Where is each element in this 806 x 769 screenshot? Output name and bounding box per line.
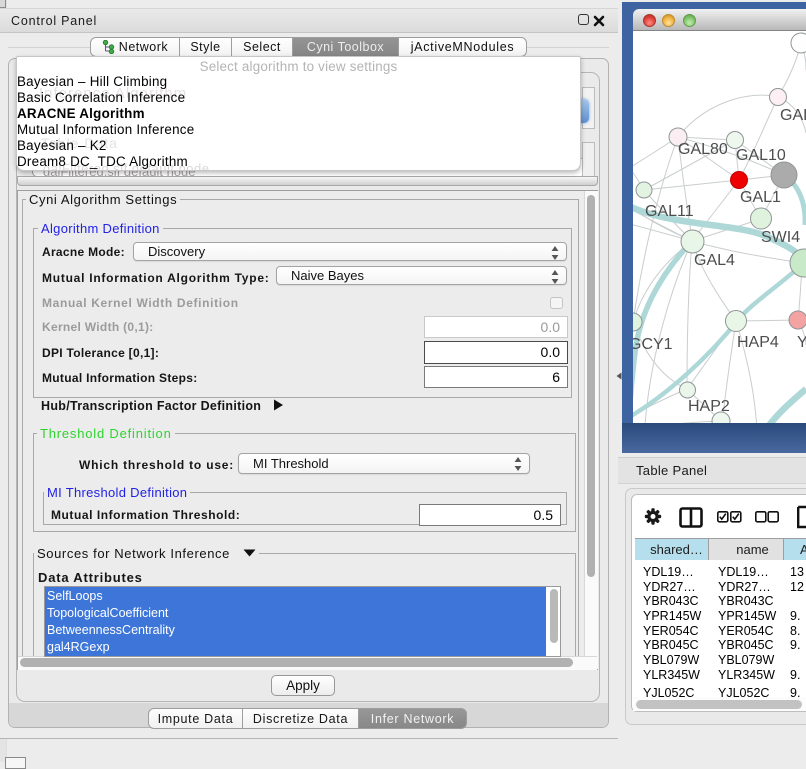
svg-text:SWI4: SWI4 — [761, 229, 800, 246]
svg-text:GAL1: GAL1 — [740, 189, 781, 206]
svg-text:HAP2: HAP2 — [688, 398, 730, 415]
svg-text:GAL2: GAL2 — [780, 107, 806, 124]
svg-text:GAL11: GAL11 — [645, 203, 694, 220]
svg-text:GAL80: GAL80 — [678, 141, 728, 158]
svg-text:HAP4: HAP4 — [737, 334, 779, 351]
svg-text:GAL4: GAL4 — [694, 252, 735, 269]
svg-text:GCY1: GCY1 — [633, 336, 673, 353]
svg-text:GAL10: GAL10 — [736, 147, 786, 164]
svg-text:YM: YM — [797, 334, 806, 351]
